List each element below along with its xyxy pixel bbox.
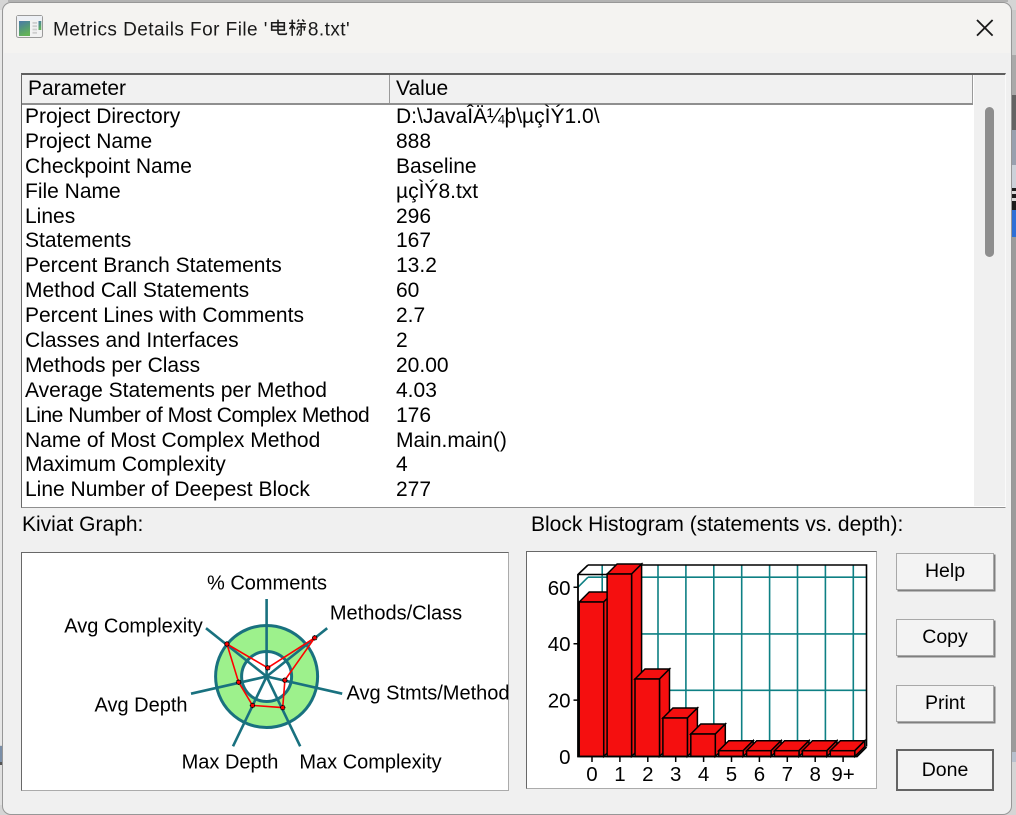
svg-text:6: 6 <box>754 763 765 786</box>
svg-text:0: 0 <box>586 763 597 786</box>
svg-text:7: 7 <box>782 763 793 786</box>
svg-text:2: 2 <box>642 763 653 786</box>
svg-text:9+: 9+ <box>831 763 854 786</box>
svg-text:4: 4 <box>698 763 709 786</box>
svg-text:60: 60 <box>548 577 571 600</box>
svg-text:0: 0 <box>559 746 570 769</box>
svg-text:40: 40 <box>548 633 571 656</box>
svg-text:3: 3 <box>670 763 681 786</box>
svg-text:1: 1 <box>614 763 625 786</box>
svg-text:8: 8 <box>809 763 820 786</box>
svg-text:20: 20 <box>548 690 571 713</box>
svg-text:5: 5 <box>726 763 737 786</box>
